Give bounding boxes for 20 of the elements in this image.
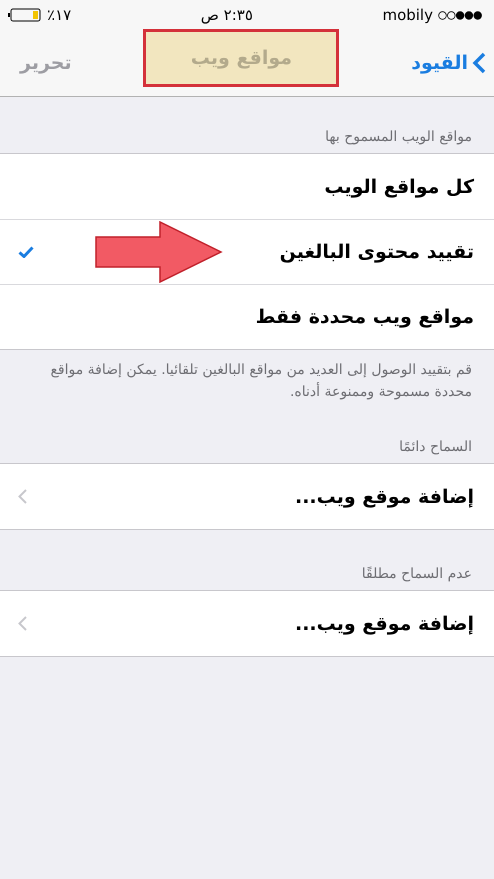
signal-icon: [438, 10, 482, 20]
clock-time: ٢:٣٥ ص: [200, 6, 253, 24]
chevron-icon: [18, 489, 27, 504]
chevron-icon: [18, 616, 27, 632]
option-row[interactable]: مواقع ويب محددة فقط: [0, 284, 494, 349]
section-header: السماح دائمًا: [398, 438, 473, 458]
screen-title: مواقع ويب: [143, 29, 340, 87]
section-footer: قم بتقييد الوصول إلى العديد من مواقع البالغين تلقائيا. يمكن إضافة مواقع محددة مسموحة وممنوعة أدناه.: [0, 350, 494, 404]
carrier-name: mobily: [382, 6, 433, 24]
add-website-row[interactable]: إضافة موقع ويب...: [0, 591, 494, 656]
section-header: مواقع الويب المسموح بها: [324, 128, 473, 147]
option-row[interactable]: تقييد محتوى البالغين: [0, 219, 494, 284]
checkmark-icon: [18, 246, 34, 258]
back-chevron-icon: [472, 52, 486, 74]
back-button[interactable]: القيود: [411, 52, 486, 74]
battery-icon: [8, 8, 42, 22]
battery-percentage: ٪١٧: [47, 6, 72, 24]
section-header: عدم السماح مطلقًا: [360, 565, 473, 584]
option-row[interactable]: كل مواقع الويب: [0, 154, 494, 219]
add-website-row[interactable]: إضافة موقع ويب...: [0, 464, 494, 530]
